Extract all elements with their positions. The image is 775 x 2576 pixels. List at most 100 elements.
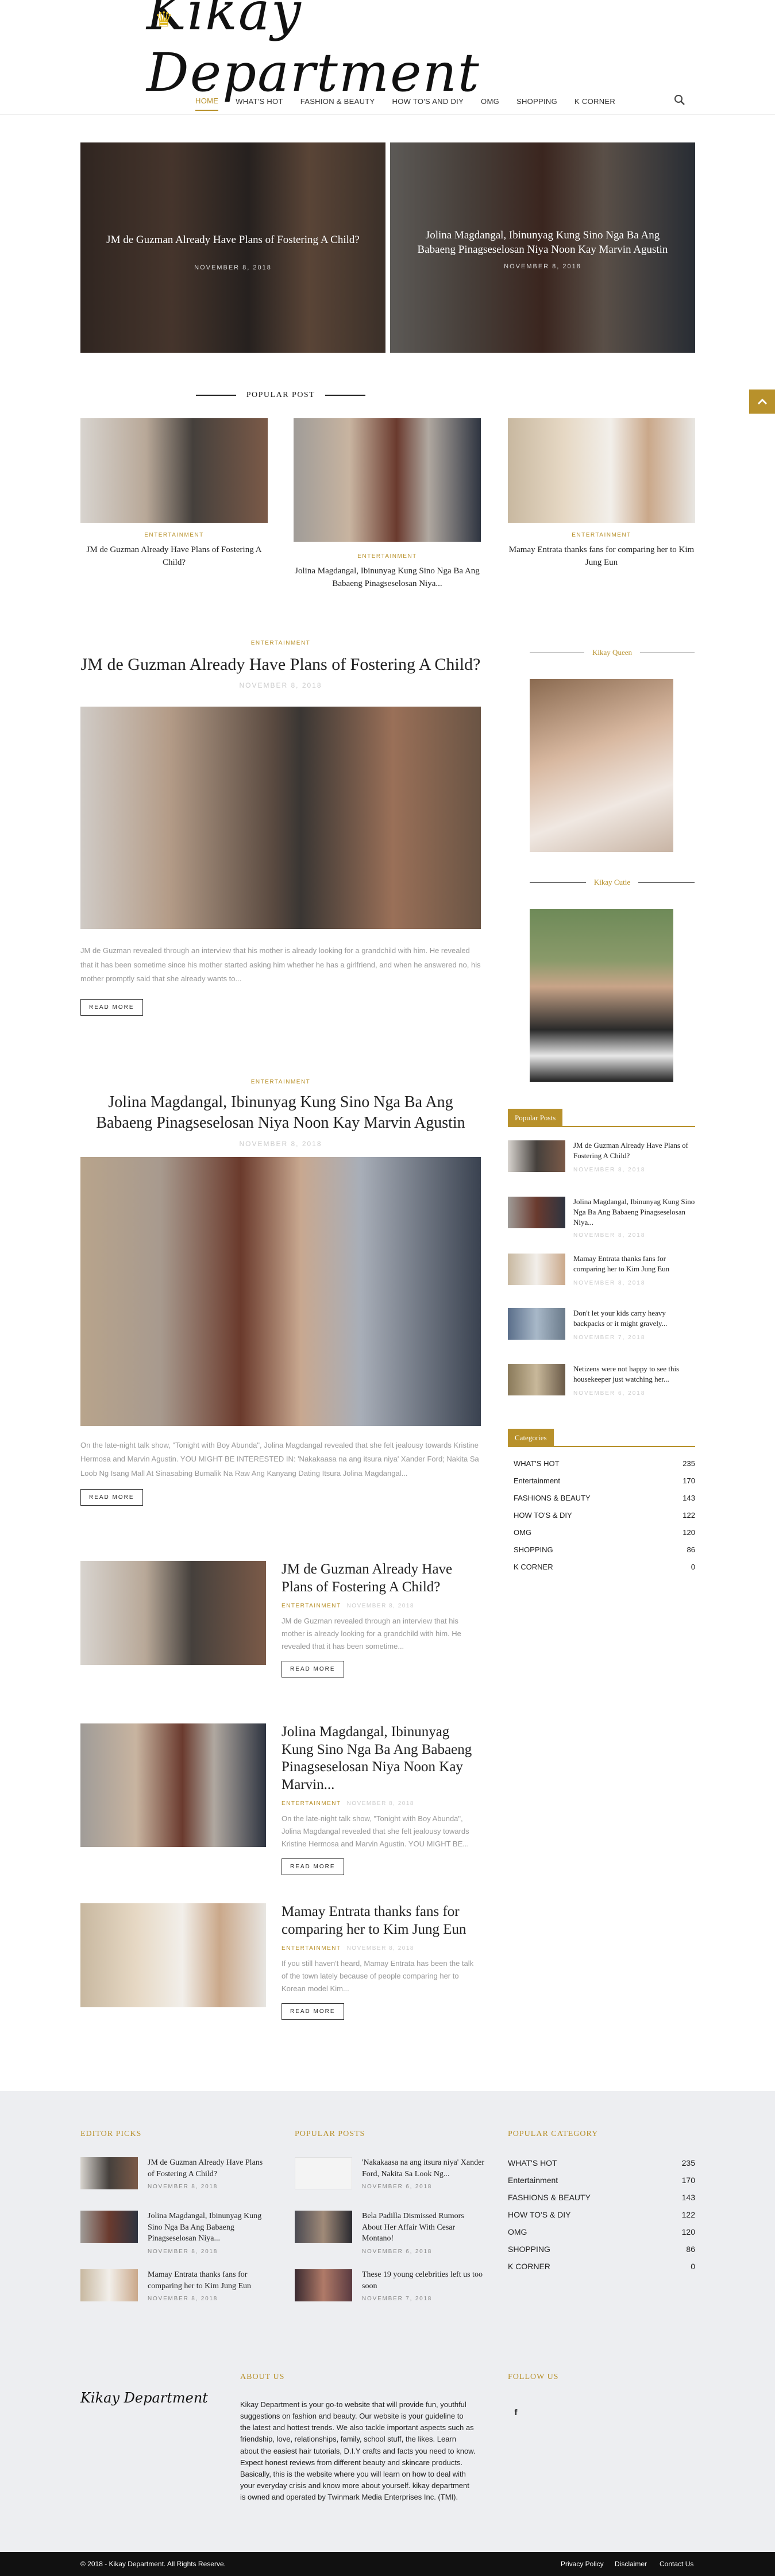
sidebar-post-thumb[interactable] bbox=[508, 1364, 565, 1395]
footer-popular-2[interactable]: Bela Padilla Dismissed Rumors About Her … bbox=[295, 2211, 484, 2262]
sidebar-post-title[interactable]: JM de Guzman Already Have Plans of Foste… bbox=[573, 1140, 695, 1161]
editor-pick-title[interactable]: Mamay Entrata thanks fans for comparing … bbox=[148, 2269, 270, 2292]
facebook-icon[interactable]: f bbox=[508, 2404, 524, 2420]
editor-pick-2[interactable]: Jolina Magdangal, Ibinunyag Kung Sino Ng… bbox=[80, 2211, 270, 2262]
featured-post-2[interactable]: Jolina Magdangal, Ibinunyag Kung Sino Ng… bbox=[390, 142, 695, 353]
post-category[interactable]: ENTERTAINMENT bbox=[80, 640, 481, 646]
editor-pick-title[interactable]: Jolina Magdangal, Ibinunyag Kung Sino Ng… bbox=[148, 2211, 270, 2245]
nav-omg[interactable]: OMG bbox=[481, 92, 499, 110]
privacy-policy-link[interactable]: Privacy Policy bbox=[561, 2560, 604, 2568]
list-post-image[interactable] bbox=[80, 1723, 266, 1847]
site-logo[interactable]: ♛ Kikay Department bbox=[146, 0, 629, 103]
read-more-button[interactable]: READ MORE bbox=[282, 1858, 344, 1876]
footer-category-item[interactable]: FASHIONS & BEAUTY 143 bbox=[508, 2193, 695, 2208]
list-post-category[interactable]: ENTERTAINMENT bbox=[282, 1603, 341, 1609]
list-post-title[interactable]: JM de Guzman Already Have Plans of Foste… bbox=[282, 1561, 477, 1596]
popular-title-1[interactable]: JM de Guzman Already Have Plans of Foste… bbox=[80, 544, 268, 569]
read-more-button[interactable]: READ MORE bbox=[282, 1661, 344, 1678]
editor-pick-3[interactable]: Mamay Entrata thanks fans for comparing … bbox=[80, 2269, 270, 2321]
read-more-button[interactable]: READ MORE bbox=[282, 2003, 344, 2020]
popular-title-2[interactable]: Jolina Magdangal, Ibinunyag Kung Sino Ng… bbox=[294, 565, 481, 591]
category-item[interactable]: WHAT'S HOT 235 bbox=[514, 1459, 695, 1474]
kikay-queen-image[interactable] bbox=[530, 679, 673, 852]
contact-us-link[interactable]: Contact Us bbox=[660, 2560, 693, 2568]
disclaimer-link[interactable]: Disclaimer bbox=[615, 2560, 647, 2568]
sidebar-post-2[interactable]: Jolina Magdangal, Ibinunyag Kung Sino Ng… bbox=[508, 1197, 695, 1243]
popular-card-1[interactable]: ENTERTAINMENT JM de Guzman Already Have … bbox=[80, 418, 268, 569]
read-more-button[interactable]: READ MORE bbox=[80, 999, 143, 1016]
category-item[interactable]: OMG 120 bbox=[514, 1528, 695, 1543]
footer-category-item[interactable]: WHAT'S HOT 235 bbox=[508, 2158, 695, 2173]
category-item[interactable]: HOW TO'S & DIY 122 bbox=[514, 1511, 695, 1526]
sidebar-post-title[interactable]: Jolina Magdangal, Ibinunyag Kung Sino Ng… bbox=[573, 1197, 695, 1228]
category-item[interactable]: SHOPPING 86 bbox=[514, 1545, 695, 1560]
post-image[interactable] bbox=[80, 1156, 481, 1426]
nav-whats-hot[interactable]: WHAT'S HOT bbox=[236, 92, 283, 110]
popular-card-3[interactable]: ENTERTAINMENT Mamay Entrata thanks fans … bbox=[508, 418, 695, 569]
featured-title-1[interactable]: JM de Guzman Already Have Plans of Foste… bbox=[98, 233, 368, 248]
editor-pick-thumb[interactable] bbox=[80, 2211, 138, 2243]
footer-popular-thumb[interactable] bbox=[295, 2211, 352, 2243]
footer-category-item[interactable]: OMG 120 bbox=[508, 2227, 695, 2242]
list-post-title[interactable]: Jolina Magdangal, Ibinunyag Kung Sino Ng… bbox=[282, 1723, 477, 1794]
footer-category-item[interactable]: Entertainment 170 bbox=[508, 2176, 695, 2191]
sidebar-post-1[interactable]: JM de Guzman Already Have Plans of Foste… bbox=[508, 1140, 695, 1186]
sidebar-post-thumb[interactable] bbox=[508, 1308, 565, 1340]
sidebar-post-title[interactable]: Don't let your kids carry heavy backpack… bbox=[573, 1308, 695, 1329]
category-item[interactable]: K CORNER 0 bbox=[514, 1563, 695, 1578]
footer-popular-1[interactable]: 'Nakakaasa na ang itsura niya' Xander Fo… bbox=[295, 2157, 484, 2209]
post-image[interactable] bbox=[80, 707, 481, 929]
popular-category-2[interactable]: ENTERTAINMENT bbox=[294, 553, 481, 560]
sidebar-post-4[interactable]: Don't let your kids carry heavy backpack… bbox=[508, 1308, 695, 1354]
sidebar-post-thumb[interactable] bbox=[508, 1254, 565, 1285]
popular-category-3[interactable]: ENTERTAINMENT bbox=[508, 532, 695, 538]
featured-post-1[interactable]: JM de Guzman Already Have Plans of Foste… bbox=[80, 142, 385, 353]
post-category[interactable]: ENTERTAINMENT bbox=[80, 1079, 481, 1085]
footer-category-item[interactable]: HOW TO'S & DIY 122 bbox=[508, 2210, 695, 2225]
list-post-title[interactable]: Mamay Entrata thanks fans for comparing … bbox=[282, 1903, 477, 1938]
popular-title-3[interactable]: Mamay Entrata thanks fans for comparing … bbox=[508, 544, 695, 569]
popular-card-2[interactable]: ENTERTAINMENT Jolina Magdangal, Ibinunya… bbox=[294, 418, 481, 591]
footer-popular-thumb[interactable] bbox=[295, 2157, 352, 2189]
editor-pick-title[interactable]: JM de Guzman Already Have Plans of Foste… bbox=[148, 2157, 270, 2180]
nav-k-corner[interactable]: K CORNER bbox=[574, 92, 615, 110]
editor-pick-thumb[interactable] bbox=[80, 2269, 138, 2301]
popular-image-1[interactable] bbox=[80, 418, 268, 523]
sidebar-post-title[interactable]: Netizens were not happy to see this hous… bbox=[573, 1364, 695, 1385]
nav-fashion-beauty[interactable]: FASHION & BEAUTY bbox=[300, 92, 375, 110]
post-title[interactable]: Jolina Magdangal, Ibinunyag Kung Sino Ng… bbox=[80, 1092, 481, 1134]
post-title[interactable]: JM de Guzman Already Have Plans of Foste… bbox=[80, 653, 481, 676]
sidebar-post-thumb[interactable] bbox=[508, 1197, 565, 1228]
popular-image-2[interactable] bbox=[294, 418, 481, 542]
popular-image-3[interactable] bbox=[508, 418, 695, 523]
list-post-image[interactable] bbox=[80, 1561, 266, 1665]
list-post-category[interactable]: ENTERTAINMENT bbox=[282, 1800, 341, 1807]
nav-shopping[interactable]: SHOPPING bbox=[516, 92, 557, 110]
footer-popular-title[interactable]: These 19 young celebrities left us too s… bbox=[362, 2269, 484, 2292]
category-item[interactable]: FASHIONS & BEAUTY 143 bbox=[514, 1494, 695, 1509]
editor-pick-1[interactable]: JM de Guzman Already Have Plans of Foste… bbox=[80, 2157, 270, 2209]
sidebar-post-title[interactable]: Mamay Entrata thanks fans for comparing … bbox=[573, 1254, 695, 1274]
footer-popular-thumb[interactable] bbox=[295, 2269, 352, 2301]
footer-popular-title[interactable]: Bela Padilla Dismissed Rumors About Her … bbox=[362, 2211, 484, 2245]
footer-category-item[interactable]: K CORNER 0 bbox=[508, 2262, 695, 2277]
list-post-image[interactable] bbox=[80, 1903, 266, 2007]
editor-pick-thumb[interactable] bbox=[80, 2157, 138, 2189]
scroll-top-button[interactable] bbox=[749, 390, 775, 414]
read-more-button[interactable]: READ MORE bbox=[80, 1488, 143, 1506]
footer-popular-3[interactable]: These 19 young celebrities left us too s… bbox=[295, 2269, 484, 2321]
footer-category-item[interactable]: SHOPPING 86 bbox=[508, 2245, 695, 2259]
popular-category-1[interactable]: ENTERTAINMENT bbox=[80, 532, 268, 538]
category-item[interactable]: Entertainment 170 bbox=[514, 1476, 695, 1491]
footer-popular-title[interactable]: 'Nakakaasa na ang itsura niya' Xander Fo… bbox=[362, 2157, 484, 2180]
featured-title-2[interactable]: Jolina Magdangal, Ibinunyag Kung Sino Ng… bbox=[407, 229, 678, 257]
search-icon[interactable] bbox=[673, 94, 687, 107]
list-post-category[interactable]: ENTERTAINMENT bbox=[282, 1945, 341, 1952]
nav-home[interactable]: HOME bbox=[195, 92, 219, 111]
sidebar-post-3[interactable]: Mamay Entrata thanks fans for comparing … bbox=[508, 1254, 695, 1299]
sidebar-post-thumb[interactable] bbox=[508, 1140, 565, 1172]
kikay-cutie-image[interactable] bbox=[530, 909, 673, 1082]
sidebar-post-5[interactable]: Netizens were not happy to see this hous… bbox=[508, 1364, 695, 1410]
nav-howtos-diy[interactable]: HOW TO'S AND DIY bbox=[392, 92, 464, 110]
footer-logo[interactable]: Kikay Department bbox=[80, 2390, 208, 2406]
